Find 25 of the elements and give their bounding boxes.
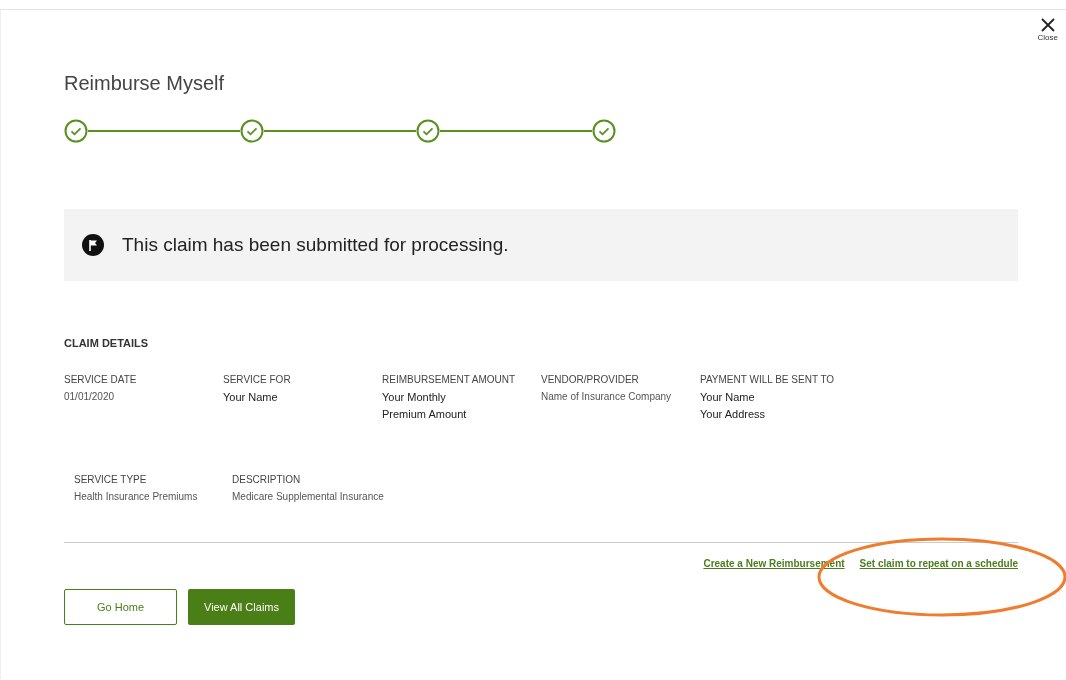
action-link[interactable]: Set claim to repeat on a schedule xyxy=(859,557,1018,569)
page-title: Reimburse Myself xyxy=(64,71,226,95)
field-value: 01/01/2020 xyxy=(64,390,116,404)
field-value: Your Name xyxy=(223,390,279,405)
view-claims-button[interactable]: View All Claims xyxy=(188,588,295,625)
field-value: Name of Insurance Company xyxy=(541,390,673,404)
field-value: Premium Amount xyxy=(382,407,468,422)
field-label: SERVICE DATE xyxy=(64,374,138,385)
go-home-button[interactable]: Go Home xyxy=(64,588,177,625)
field-label: REIMBURSEMENT AMOUNT xyxy=(382,374,517,385)
field-label: PAYMENT WILL BE SENT TO xyxy=(700,374,836,385)
field-label: DESCRIPTION xyxy=(232,473,302,485)
field-label: SERVICE TYPE xyxy=(74,473,148,485)
flag-icon xyxy=(82,234,104,256)
field-value: Your Name xyxy=(700,390,756,405)
field-label: VENDOR/PROVIDER xyxy=(541,374,640,385)
field-label: SERVICE FOR xyxy=(223,374,292,385)
close-icon xyxy=(1040,18,1055,32)
field-value: Health Insurance Premiums xyxy=(74,489,199,504)
section-heading: CLAIM DETAILS xyxy=(64,337,150,349)
field-value: Your Address xyxy=(700,407,767,422)
close-button[interactable]: Close xyxy=(1037,18,1058,42)
status-message: This claim has been submitted for processing. xyxy=(122,234,509,256)
field-value: Your Monthly xyxy=(382,390,447,405)
field-value: Medicare Supplemental Insurance xyxy=(232,489,385,504)
